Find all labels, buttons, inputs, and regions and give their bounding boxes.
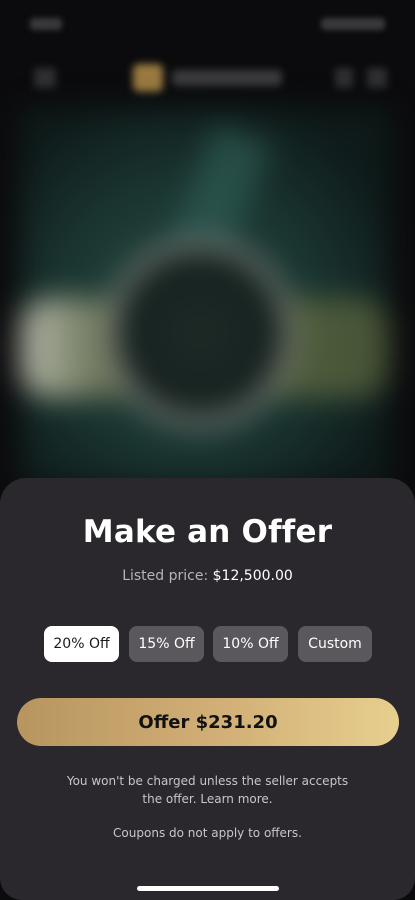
- make-offer-sheet: Make an Offer Listed price: $12,500.00 2…: [0, 478, 415, 900]
- sheet-title: Make an Offer: [82, 514, 333, 550]
- coupon-note: Coupons do not apply to offers.: [113, 826, 302, 840]
- cart-icon: [367, 68, 387, 88]
- discount-chip-15[interactable]: 15% Off: [129, 626, 204, 662]
- top-nav-bar: [0, 58, 415, 98]
- product-image: [20, 108, 390, 488]
- status-time: [30, 18, 62, 30]
- discount-chip-20[interactable]: 20% Off: [44, 626, 119, 662]
- discount-chip-label: 20% Off: [53, 636, 110, 652]
- app-screen: Make an Offer Listed price: $12,500.00 2…: [0, 0, 415, 900]
- discount-chip-label: 10% Off: [222, 636, 279, 652]
- listed-price-label: Listed price:: [122, 568, 209, 584]
- listed-price-line: Listed price: $12,500.00: [0, 568, 415, 584]
- brand-logo-icon: [133, 64, 163, 92]
- discount-chip-label: Custom: [308, 636, 362, 652]
- discount-chip-10[interactable]: 10% Off: [213, 626, 288, 662]
- brand-wordmark: [172, 70, 282, 86]
- status-bar: [0, 14, 415, 36]
- submit-offer-button[interactable]: Offer $231.20: [17, 698, 399, 746]
- listed-price-value: $12,500.00: [212, 568, 293, 584]
- back-icon: [34, 68, 56, 88]
- discount-chip-custom[interactable]: Custom: [298, 626, 372, 662]
- home-indicator[interactable]: [137, 886, 279, 891]
- discount-chip-label: 15% Off: [138, 636, 195, 652]
- status-icons: [321, 18, 385, 30]
- share-icon: [335, 68, 353, 88]
- charge-disclaimer: You won't be charged unless the seller a…: [66, 774, 349, 806]
- blurred-product-page: [0, 0, 415, 520]
- submit-offer-label: Offer $231.20: [138, 711, 278, 733]
